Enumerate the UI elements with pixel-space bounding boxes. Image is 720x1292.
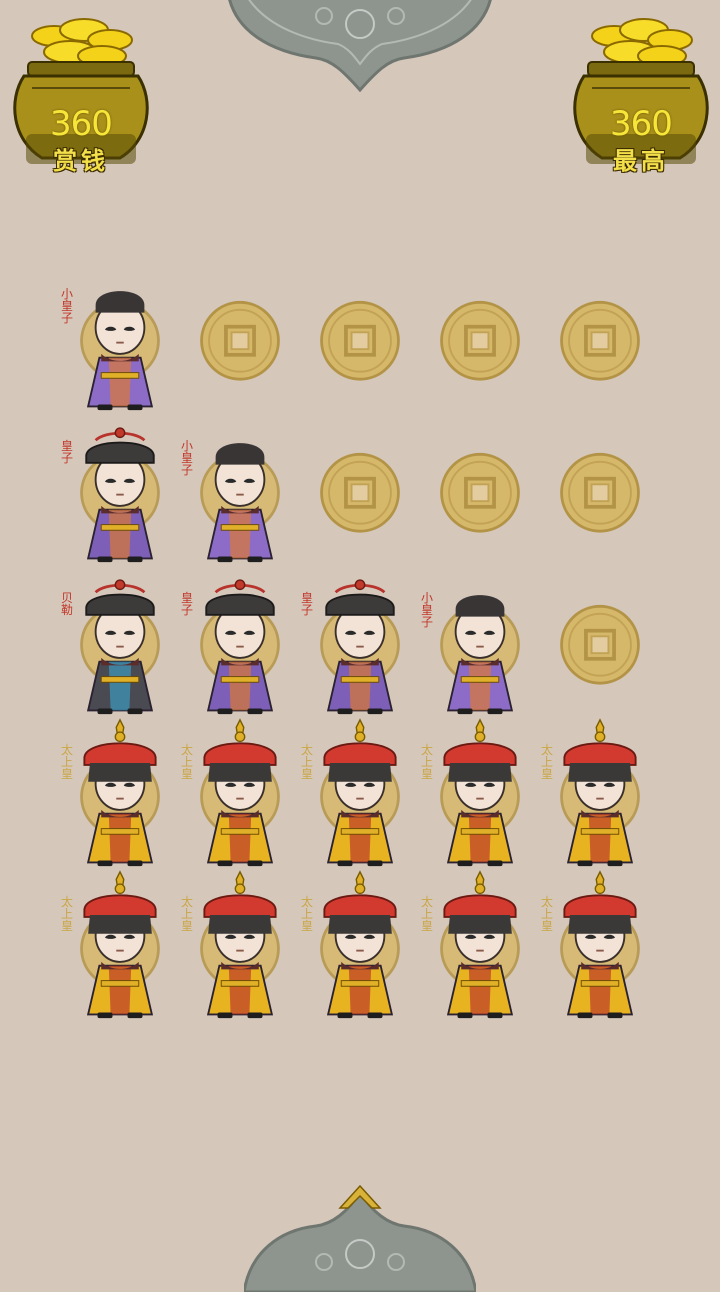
prince-figure-icon xyxy=(320,579,400,715)
rank-seal: 太上皇 xyxy=(540,895,553,933)
piece-taishanghuang[interactable]: 太上皇 xyxy=(300,718,420,868)
piece-taishanghuang[interactable]: 太上皇 xyxy=(180,870,300,1020)
piece-taishanghuang[interactable]: 太上皇 xyxy=(60,870,180,1020)
rank-seal: 太上皇 xyxy=(60,895,73,933)
copper-coin-icon xyxy=(560,452,640,533)
prince-figure-icon xyxy=(80,870,160,1019)
prince-figure-icon xyxy=(440,595,520,715)
empty-coin-slot[interactable] xyxy=(540,566,660,716)
piece-taishanghuang[interactable]: 太上皇 xyxy=(420,718,540,868)
prince-figure-icon xyxy=(560,718,640,867)
piece-huangzi[interactable]: 皇子 xyxy=(300,566,420,716)
copper-coin-icon xyxy=(320,452,400,533)
copper-coin-icon xyxy=(560,604,640,685)
rank-seal: 太上皇 xyxy=(180,743,193,781)
copper-coin-icon xyxy=(440,452,520,533)
piece-beile[interactable]: 贝勒 xyxy=(60,566,180,716)
empty-coin-slot[interactable] xyxy=(420,262,540,412)
prince-figure-icon xyxy=(200,579,280,715)
rank-seal: 太上皇 xyxy=(300,743,313,781)
prince-figure-icon xyxy=(80,427,160,563)
piece-xiaohuangzi[interactable]: 小皇子 xyxy=(420,566,540,716)
rank-seal: 皇子 xyxy=(60,439,73,465)
piece-taishanghuang[interactable]: 太上皇 xyxy=(540,870,660,1020)
rank-seal: 太上皇 xyxy=(180,895,193,933)
prince-figure-icon xyxy=(80,718,160,867)
piece-xiaohuangzi[interactable]: 小皇子 xyxy=(180,414,300,564)
prince-figure-icon xyxy=(200,718,280,867)
rank-seal: 皇子 xyxy=(300,591,313,617)
copper-coin-icon xyxy=(200,300,280,381)
bottom-ornament xyxy=(244,1184,476,1292)
piece-taishanghuang[interactable]: 太上皇 xyxy=(180,718,300,868)
rank-seal: 太上皇 xyxy=(420,743,433,781)
rank-seal: 太上皇 xyxy=(60,743,73,781)
piece-taishanghuang[interactable]: 太上皇 xyxy=(300,870,420,1020)
empty-coin-slot[interactable] xyxy=(540,262,660,412)
prince-figure-icon xyxy=(320,870,400,1019)
prince-figure-icon xyxy=(320,718,400,867)
copper-coin-icon xyxy=(560,300,640,381)
piece-huangzi[interactable]: 皇子 xyxy=(180,566,300,716)
rank-seal: 小皇子 xyxy=(420,591,433,629)
prince-figure-icon xyxy=(560,870,640,1019)
prince-figure-icon xyxy=(440,870,520,1019)
prince-figure-icon xyxy=(80,579,160,715)
prince-figure-icon xyxy=(80,291,160,411)
empty-coin-slot[interactable] xyxy=(420,414,540,564)
prince-figure-icon xyxy=(200,443,280,563)
empty-coin-slot[interactable] xyxy=(540,414,660,564)
piece-taishanghuang[interactable]: 太上皇 xyxy=(540,718,660,868)
piece-taishanghuang[interactable]: 太上皇 xyxy=(60,718,180,868)
game-board: 小皇子 皇子 小皇子 贝勒 皇子 皇子 小皇子 太上皇 太上皇 太上皇 太上皇 … xyxy=(0,0,720,1280)
copper-coin-icon xyxy=(320,300,400,381)
rank-seal: 太上皇 xyxy=(300,895,313,933)
empty-coin-slot[interactable] xyxy=(300,414,420,564)
rank-seal: 皇子 xyxy=(180,591,193,617)
prince-figure-icon xyxy=(440,718,520,867)
rank-seal: 太上皇 xyxy=(420,895,433,933)
rank-seal: 贝勒 xyxy=(60,591,73,617)
empty-coin-slot[interactable] xyxy=(300,262,420,412)
rank-seal: 太上皇 xyxy=(540,743,553,781)
rank-seal: 小皇子 xyxy=(180,439,193,477)
empty-coin-slot[interactable] xyxy=(180,262,300,412)
prince-figure-icon xyxy=(200,870,280,1019)
piece-huangzi[interactable]: 皇子 xyxy=(60,414,180,564)
piece-xiaohuangzi[interactable]: 小皇子 xyxy=(60,262,180,412)
copper-coin-icon xyxy=(440,300,520,381)
piece-taishanghuang[interactable]: 太上皇 xyxy=(420,870,540,1020)
rank-seal: 小皇子 xyxy=(60,287,73,325)
